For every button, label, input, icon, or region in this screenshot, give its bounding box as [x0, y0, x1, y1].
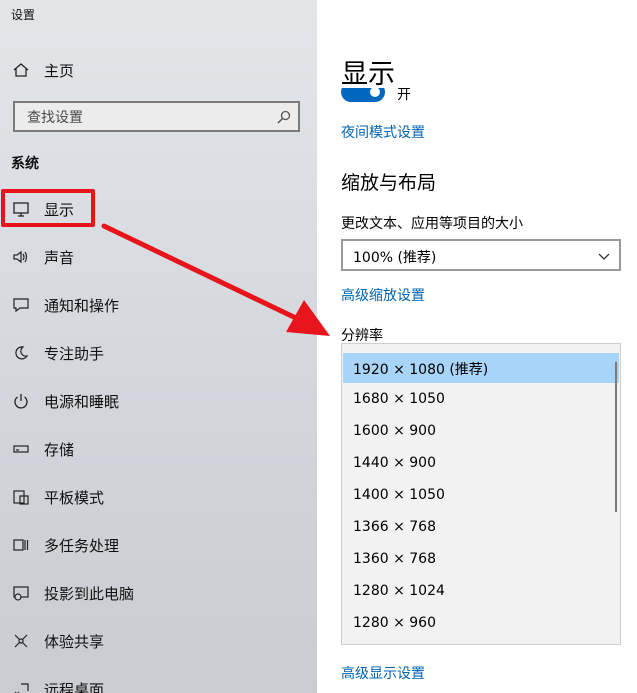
- highlight-box: [1, 189, 95, 227]
- resolution-option[interactable]: 1680 × 1050: [343, 385, 619, 415]
- share-icon: [12, 632, 30, 650]
- sidebar-item-home[interactable]: 主页: [0, 50, 317, 90]
- search-icon[interactable]: [276, 109, 292, 125]
- sidebar-item-label: 存储: [44, 441, 75, 459]
- resolution-option[interactable]: 1280 × 1024: [343, 577, 619, 607]
- storage-icon: [12, 440, 30, 458]
- resolution-list[interactable]: 1920 × 1080 (推荐) 1680 × 1050 1600 × 900 …: [341, 343, 621, 645]
- scale-label: 更改文本、应用等项目的大小: [341, 216, 523, 232]
- chevron-down-icon: [597, 249, 611, 263]
- advanced-display-link[interactable]: 高级显示设置: [341, 663, 425, 683]
- resolution-option[interactable]: 1366 × 768: [343, 513, 619, 543]
- resolution-option-label: 1600 × 900: [353, 423, 436, 439]
- sidebar: 设置 主页 系统 显示 声音 通知和操作 专注助手: [0, 0, 317, 693]
- resolution-option-label: 1360 × 768: [353, 551, 436, 567]
- sidebar-item-label: 声音: [44, 249, 75, 267]
- speaker-icon: [12, 248, 30, 266]
- resolution-option-label: 1440 × 900: [353, 455, 436, 471]
- app-title: 设置: [11, 8, 36, 22]
- main-panel: 开 显示 夜间模式设置 缩放与布局 更改文本、应用等项目的大小 100% (推荐…: [317, 0, 637, 693]
- search-input[interactable]: [25, 108, 269, 128]
- sidebar-item-label: 电源和睡眠: [44, 393, 120, 411]
- resolution-option[interactable]: 1360 × 768: [343, 545, 619, 575]
- sidebar-item-multitasking[interactable]: 多任务处理: [0, 525, 317, 565]
- sidebar-item-notifications[interactable]: 通知和操作: [0, 285, 317, 325]
- resolution-option-label: 1920 × 1080 (推荐): [353, 362, 489, 378]
- resolution-option-label: 1400 × 1050: [353, 487, 445, 503]
- sidebar-item-label: 投影到此电脑: [44, 585, 135, 603]
- page-title: 显示: [341, 59, 395, 90]
- remote-icon: [12, 680, 30, 693]
- resolution-label: 分辨率: [341, 328, 383, 344]
- home-icon: [12, 61, 30, 79]
- scale-dropdown[interactable]: 100% (推荐): [341, 239, 621, 271]
- sidebar-item-label: 专注助手: [44, 345, 105, 363]
- sidebar-item-storage[interactable]: 存储: [0, 429, 317, 469]
- sidebar-item-label: 远程桌面: [44, 681, 105, 693]
- advanced-scaling-link[interactable]: 高级缩放设置: [341, 285, 425, 305]
- resolution-option-label: 1280 × 1024: [353, 583, 445, 599]
- sidebar-item-label: 平板模式: [44, 489, 105, 507]
- sidebar-item-label: 主页: [44, 62, 75, 80]
- sidebar-item-power[interactable]: 电源和睡眠: [0, 381, 317, 421]
- resolution-option[interactable]: 1920 × 1080 (推荐): [343, 353, 619, 383]
- sidebar-item-label: 多任务处理: [44, 537, 120, 555]
- sidebar-item-remote-desktop[interactable]: 远程桌面: [0, 669, 317, 693]
- projection-icon: [12, 584, 30, 602]
- sidebar-item-label: 通知和操作: [44, 297, 120, 315]
- notification-icon: [12, 296, 30, 314]
- resolution-option-label: 1366 × 768: [353, 519, 436, 535]
- section-heading: 系统: [11, 156, 39, 172]
- resolution-option[interactable]: 1440 × 900: [343, 449, 619, 479]
- resolution-option-label: 1280 × 960: [353, 615, 436, 631]
- resolution-option[interactable]: 1600 × 900: [343, 417, 619, 447]
- sidebar-item-focus-assist[interactable]: 专注助手: [0, 333, 317, 373]
- search-box[interactable]: [13, 101, 300, 132]
- scale-value: 100% (推荐): [353, 250, 437, 266]
- tablet-icon: [12, 488, 30, 506]
- power-icon: [12, 392, 30, 410]
- sidebar-item-tablet[interactable]: 平板模式: [0, 477, 317, 517]
- moon-icon: [12, 344, 30, 362]
- scrollbar[interactable]: [615, 362, 617, 512]
- scale-layout-heading: 缩放与布局: [341, 172, 437, 194]
- resolution-option-label: 1680 × 1050: [353, 391, 445, 407]
- sidebar-item-projecting[interactable]: 投影到此电脑: [0, 573, 317, 613]
- resolution-option[interactable]: 1400 × 1050: [343, 481, 619, 511]
- sidebar-item-shared-experiences[interactable]: 体验共享: [0, 621, 317, 661]
- multitask-icon: [12, 536, 30, 554]
- sidebar-item-label: 体验共享: [44, 633, 105, 651]
- sidebar-item-sound[interactable]: 声音: [0, 237, 317, 277]
- night-mode-settings-link[interactable]: 夜间模式设置: [341, 122, 425, 142]
- resolution-option[interactable]: 1280 × 960: [343, 609, 619, 639]
